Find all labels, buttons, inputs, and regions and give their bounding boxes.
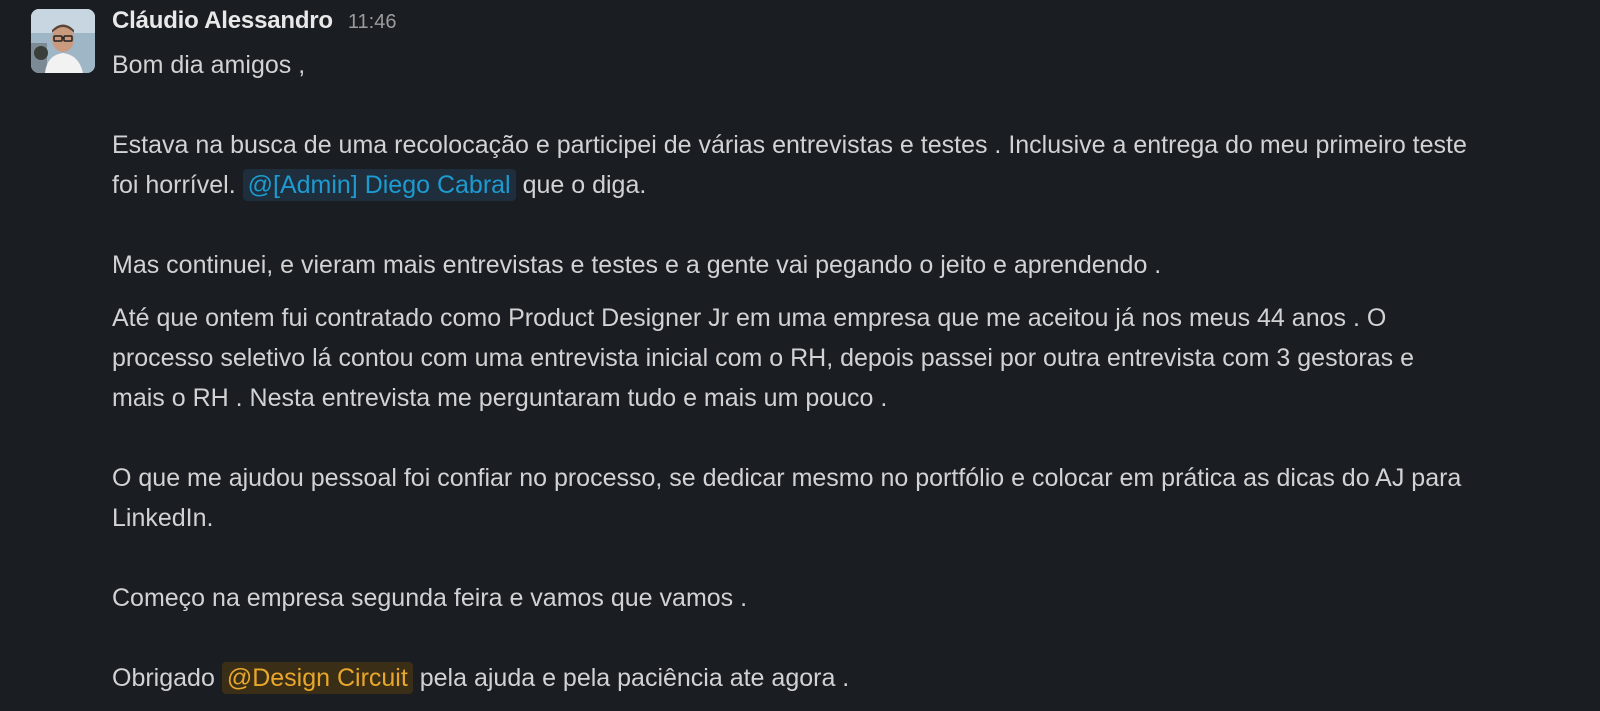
message-line: Mas continuei, e vieram mais entrevistas… bbox=[112, 251, 1162, 279]
avatar[interactable] bbox=[31, 9, 95, 73]
message-text: foi horrível. bbox=[112, 171, 236, 199]
user-mention[interactable]: @[Admin] Diego Cabral bbox=[242, 169, 516, 201]
message-line: Obrigado @Design Circuit pela ajuda e pe… bbox=[112, 658, 1572, 698]
message-timestamp[interactable]: 11:46 bbox=[348, 11, 397, 34]
message-text: que o diga. bbox=[522, 171, 647, 199]
message-line: LinkedIn. bbox=[112, 504, 214, 532]
message-text: Obrigado bbox=[112, 664, 215, 692]
user-photo-icon bbox=[31, 9, 95, 73]
message-body: Cláudio Alessandro 11:46 Bom dia amigos … bbox=[112, 0, 1572, 698]
chat-message: Cláudio Alessandro 11:46 Bom dia amigos … bbox=[0, 0, 1600, 711]
message-line: Bom dia amigos , bbox=[112, 51, 306, 79]
message-line: Começo na empresa segunda feira e vamos … bbox=[112, 584, 748, 612]
message-line: Estava na busca de uma recolocação e par… bbox=[112, 131, 1467, 159]
message-header: Cláudio Alessandro 11:46 bbox=[112, 0, 1572, 45]
message-line: O que me ajudou pessoal foi confiar no p… bbox=[112, 464, 1462, 492]
message-line: mais o RH . Nesta entrevista me pergunta… bbox=[112, 384, 888, 412]
message-line: Até que ontem fui contratado como Produc… bbox=[112, 304, 1387, 332]
message-line: foi horrível. @[Admin] Diego Cabral que … bbox=[112, 165, 1572, 205]
author-name[interactable]: Cláudio Alessandro bbox=[112, 7, 333, 35]
message-text: pela ajuda e pela paciência ate agora . bbox=[419, 664, 850, 692]
group-mention[interactable]: @Design Circuit bbox=[221, 662, 413, 694]
message-line: processo seletivo lá contou com uma entr… bbox=[112, 344, 1415, 372]
